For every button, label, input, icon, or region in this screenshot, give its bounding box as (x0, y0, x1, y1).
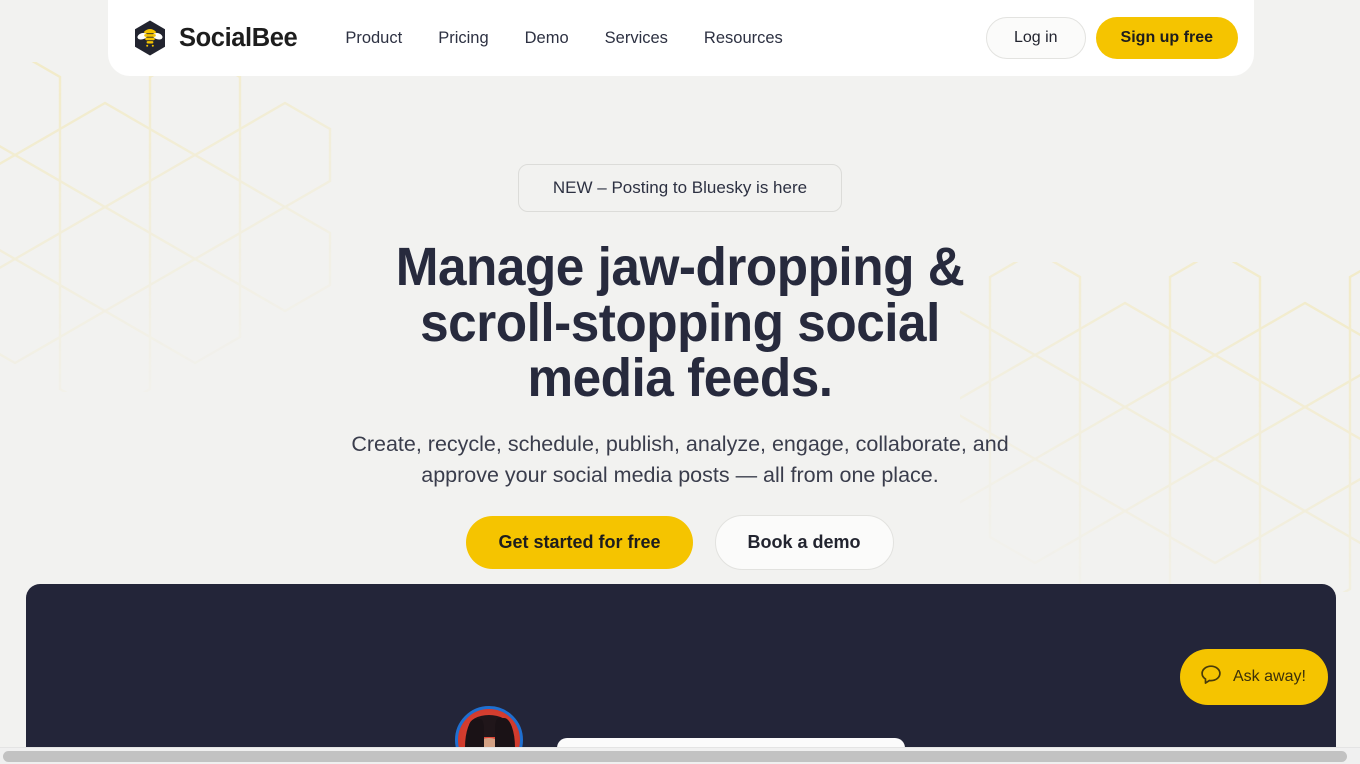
nav-link-pricing[interactable]: Pricing (420, 19, 506, 58)
nav-link-resources[interactable]: Resources (686, 19, 801, 58)
nav-link-services[interactable]: Services (587, 19, 686, 58)
hero-subtitle: Create, recycle, schedule, publish, anal… (351, 431, 1009, 487)
hero-section: NEW – Posting to Bluesky is here Manage … (0, 76, 1360, 608)
announcement-badge[interactable]: NEW – Posting to Bluesky is here (517, 164, 843, 212)
nav-actions: Log in Sign up free (985, 17, 1238, 59)
horizontal-scrollbar-thumb[interactable] (3, 751, 1347, 762)
brand-name: SocialBee (179, 23, 298, 52)
main-navbar: SocialBee Product Pricing Demo Services … (108, 0, 1254, 76)
page-title: Manage jaw-dropping & scroll-stopping so… (395, 237, 965, 409)
showcase-panel (26, 584, 1336, 754)
hero-cta-group: Get started for free Book a demo (466, 515, 894, 571)
page-root: SocialBee Product Pricing Demo Services … (0, 0, 1360, 764)
chat-widget-label: Ask away! (1233, 668, 1306, 685)
chat-widget-button[interactable]: Ask away! (1180, 649, 1328, 705)
get-started-button[interactable]: Get started for free (466, 516, 693, 570)
speech-bubble-icon (1198, 662, 1224, 693)
horizontal-scrollbar[interactable] (0, 747, 1360, 764)
signup-button[interactable]: Sign up free (1095, 17, 1238, 59)
book-demo-button[interactable]: Book a demo (714, 515, 894, 571)
brand-home-link[interactable]: SocialBee (130, 18, 298, 58)
bee-hexagon-logo-icon (130, 18, 170, 58)
nav-link-product[interactable]: Product (327, 19, 420, 58)
login-button[interactable]: Log in (985, 17, 1086, 59)
nav-link-demo[interactable]: Demo (507, 19, 587, 58)
nav-links: Product Pricing Demo Services Resources (327, 19, 986, 58)
